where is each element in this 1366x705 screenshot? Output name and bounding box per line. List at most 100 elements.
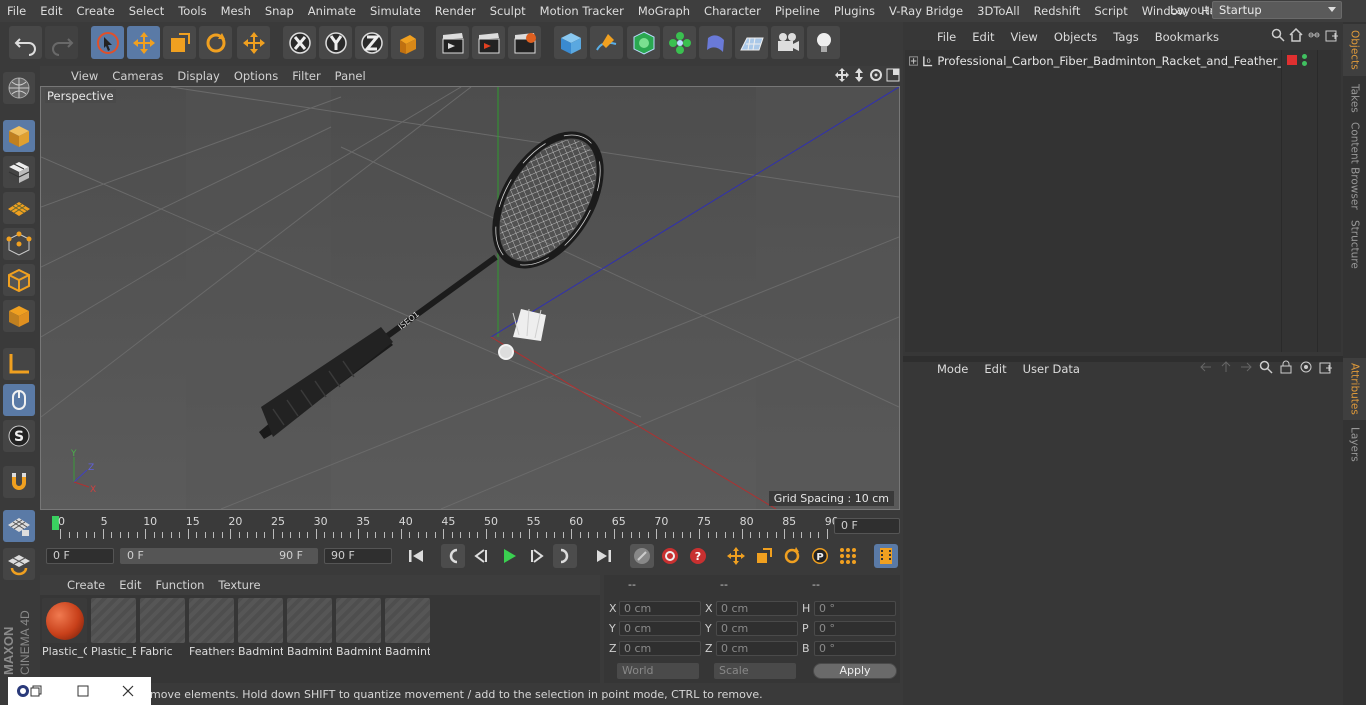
om-menu-objects[interactable]: Objects [1046, 30, 1105, 44]
restore-icon[interactable] [30, 685, 44, 697]
layout-dropdown[interactable]: Startup [1212, 1, 1342, 19]
frame-range-slider[interactable]: 0 F 90 F [120, 548, 318, 564]
object-mode-button[interactable] [3, 120, 35, 152]
x-axis-lock-button[interactable] [283, 26, 316, 59]
material-item[interactable]: Badminto [336, 598, 381, 658]
material-item[interactable]: Badminto [287, 598, 332, 658]
back-arrow-icon[interactable] [1199, 360, 1213, 374]
points-mode-button[interactable] [3, 228, 35, 260]
pos-x-field[interactable]: 0 cm [619, 601, 701, 616]
move-tool-button[interactable] [127, 26, 160, 59]
material-menu-function[interactable]: Function [149, 578, 212, 592]
menu-file[interactable]: File [0, 4, 33, 18]
om-menu-view[interactable]: View [1003, 30, 1046, 44]
play-button[interactable] [497, 544, 521, 568]
scale-tool-button[interactable] [163, 26, 196, 59]
material-item[interactable]: Fabric [140, 598, 185, 658]
editor-visibility-dot[interactable] [1302, 54, 1307, 59]
tab-layers[interactable]: Layers [1343, 422, 1366, 466]
tab-structure[interactable]: Structure [1343, 214, 1366, 274]
maximize-icon[interactable] [77, 685, 89, 697]
apply-button[interactable]: Apply [813, 663, 897, 679]
pos-z-field[interactable]: 0 cm [619, 641, 701, 656]
render-view-button[interactable] [436, 26, 469, 59]
menu-pipeline[interactable]: Pipeline [768, 4, 827, 18]
key-scale-button[interactable] [752, 544, 776, 568]
render-picture-viewer-button[interactable] [472, 26, 505, 59]
up-arrow-icon[interactable] [1219, 360, 1233, 374]
cube-object-button[interactable] [554, 26, 587, 59]
prev-frame-button[interactable] [469, 544, 493, 568]
rotate-tool-button[interactable] [199, 26, 232, 59]
tab-objects[interactable]: Objects [1343, 24, 1366, 76]
key-parameter-button[interactable]: P [808, 544, 832, 568]
attr-new-window-icon[interactable] [1319, 360, 1333, 374]
quantize-button[interactable] [3, 548, 35, 580]
target-icon[interactable] [1299, 360, 1313, 374]
redo-button[interactable] [45, 26, 78, 59]
coordinate-system-button[interactable] [391, 26, 424, 59]
menu-snap[interactable]: Snap [258, 4, 301, 18]
menu-simulate[interactable]: Simulate [363, 4, 428, 18]
live-selection-button[interactable] [91, 26, 124, 59]
deformer-button[interactable] [699, 26, 732, 59]
render-settings-button[interactable] [508, 26, 541, 59]
workplane-mode-button[interactable] [3, 192, 35, 224]
texture-mode-button[interactable] [3, 156, 35, 188]
viewport-zoom-icon[interactable] [852, 68, 866, 82]
viewport-menu-view[interactable]: View [64, 69, 105, 83]
rot-b-field[interactable]: 0 ° [814, 641, 896, 656]
light-object-button[interactable] [807, 26, 840, 59]
object-row[interactable]: 0 Professional_Carbon_Fiber_Badminton_Ra… [909, 52, 1281, 70]
material-item[interactable]: Plastic_Gr [42, 598, 87, 658]
attr-search-icon[interactable] [1259, 360, 1273, 374]
workplane-lock-button[interactable] [3, 510, 35, 542]
material-menu-create[interactable]: Create [60, 578, 112, 592]
menu-sculpt[interactable]: Sculpt [483, 4, 533, 18]
tab-takes[interactable]: Takes [1343, 78, 1366, 118]
record-active-button[interactable] [630, 544, 654, 568]
material-menu-texture[interactable]: Texture [211, 578, 267, 592]
menu-edit[interactable]: Edit [33, 4, 69, 18]
om-menu-bookmarks[interactable]: Bookmarks [1147, 30, 1227, 44]
tweak-mode-button[interactable] [3, 384, 35, 416]
menu-mesh[interactable]: Mesh [214, 4, 258, 18]
menu-character[interactable]: Character [697, 4, 768, 18]
edges-mode-button[interactable] [3, 264, 35, 296]
mograph-cloner-button[interactable] [663, 26, 696, 59]
viewport-pan-icon[interactable] [835, 68, 849, 82]
size-x-field[interactable]: 0 cm [716, 601, 798, 616]
goto-start-button[interactable] [404, 544, 428, 568]
menu-select[interactable]: Select [122, 4, 171, 18]
material-menu-edit[interactable]: Edit [112, 578, 148, 592]
viewport-menu-filter[interactable]: Filter [285, 69, 327, 83]
pen-spline-button[interactable] [590, 26, 623, 59]
home-icon[interactable] [1289, 28, 1303, 42]
lock-icon[interactable] [1279, 360, 1293, 374]
om-menu-tags[interactable]: Tags [1105, 30, 1146, 44]
rot-h-field[interactable]: 0 ° [814, 601, 896, 616]
menu-3dtoall[interactable]: 3DToAll [970, 4, 1027, 18]
end-frame-field[interactable]: 90 F [324, 548, 392, 564]
visibility-layer-swatch[interactable] [1287, 55, 1297, 65]
solo-mode-button[interactable]: S [3, 420, 35, 452]
expand-plus-icon[interactable] [909, 56, 919, 66]
timeline-window-button[interactable] [874, 544, 898, 568]
menu-mograph[interactable]: MoGraph [631, 4, 697, 18]
snap-enable-button[interactable] [3, 466, 35, 498]
axis-mode-button[interactable] [3, 348, 35, 380]
key-pla-button[interactable] [836, 544, 860, 568]
start-frame-field[interactable]: 0 F [46, 548, 114, 564]
floor-object-button[interactable] [735, 26, 768, 59]
forward-arrow-icon[interactable] [1239, 360, 1253, 374]
polygons-mode-button[interactable] [3, 300, 35, 332]
perspective-viewport[interactable]: ISEO1 Y Z X Perspective Grid Spacing : 1… [40, 86, 900, 510]
key-position-button[interactable] [724, 544, 748, 568]
material-item[interactable]: Plastic_Bl [91, 598, 136, 658]
prev-keyframe-button[interactable] [441, 544, 465, 568]
y-axis-lock-button[interactable] [319, 26, 352, 59]
menu-redshift[interactable]: Redshift [1027, 4, 1088, 18]
subdivision-surface-button[interactable] [627, 26, 660, 59]
viewport-menu-cameras[interactable]: Cameras [105, 69, 170, 83]
material-item[interactable]: Badminto [385, 598, 430, 658]
